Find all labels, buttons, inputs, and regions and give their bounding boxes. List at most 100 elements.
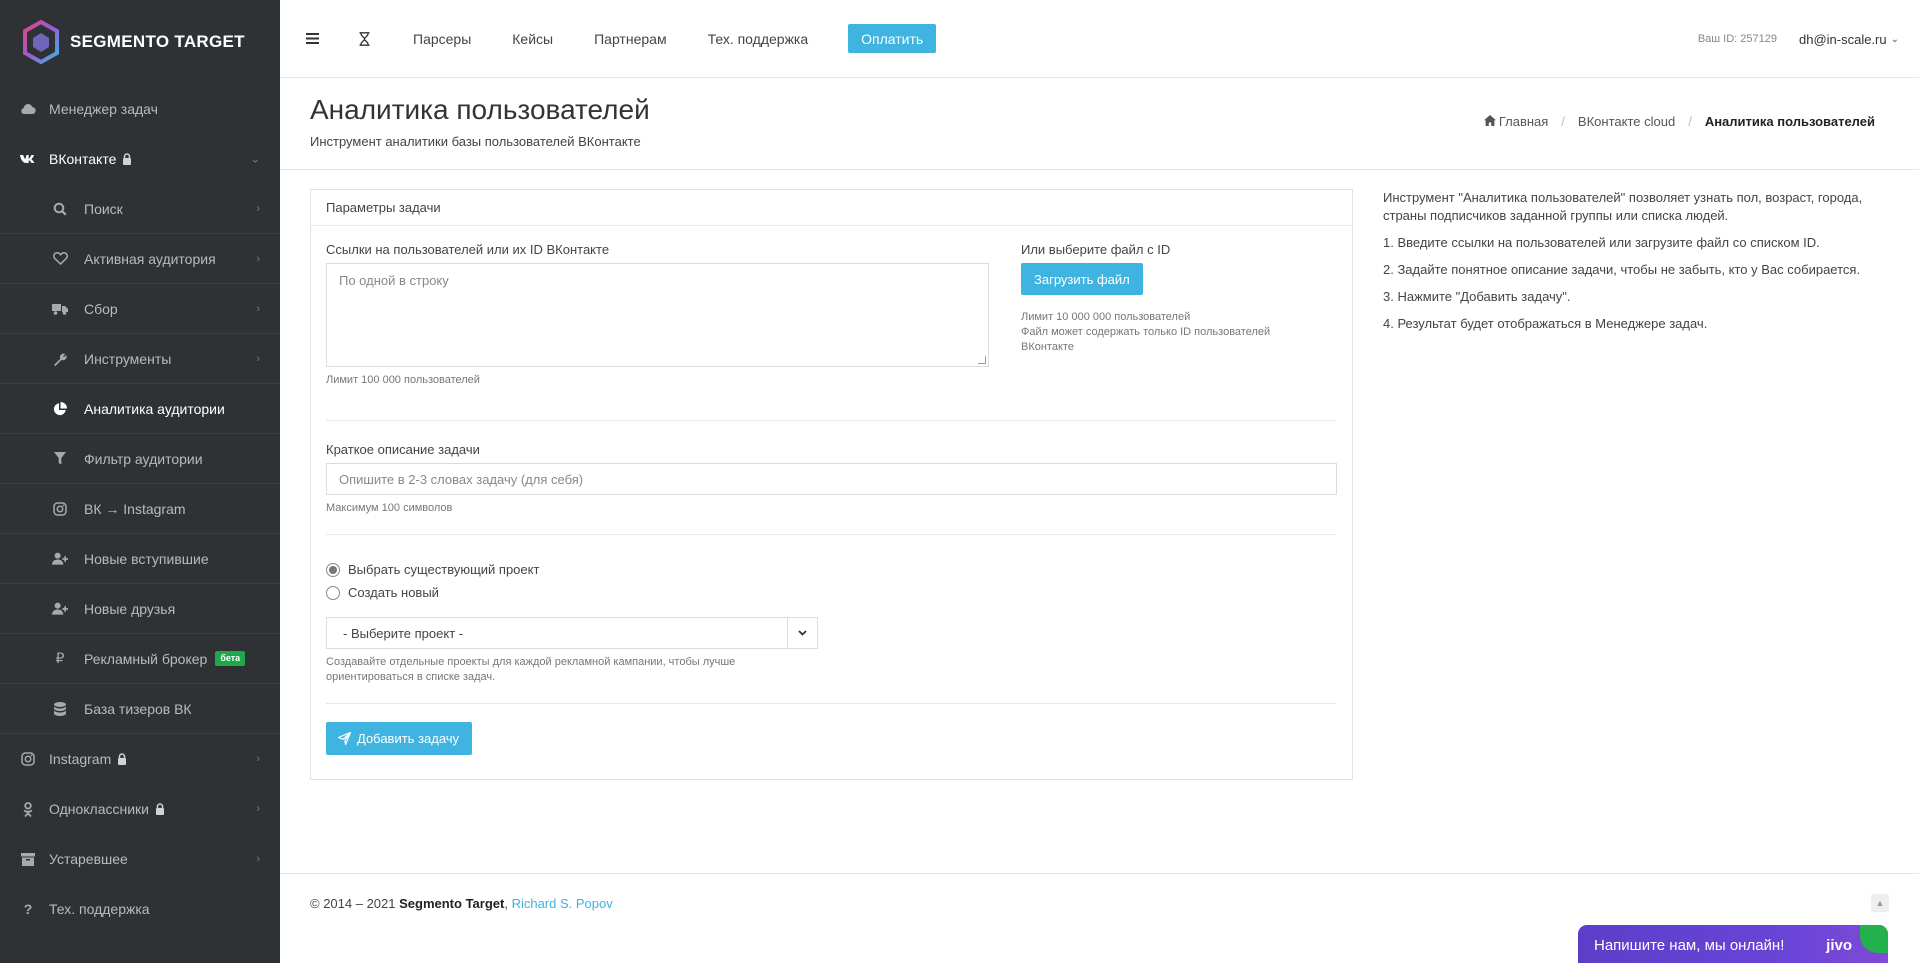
wrench-icon	[52, 351, 68, 367]
radio-existing-project[interactable]: Выбрать существующий проект	[326, 562, 539, 577]
beta-badge: бета	[215, 651, 246, 666]
upload-file-button[interactable]: Загрузить файл	[1021, 263, 1143, 295]
vk-icon	[20, 151, 36, 167]
add-task-button[interactable]: Добавить задачу	[326, 722, 473, 755]
author-link[interactable]: Richard S. Popov	[512, 896, 613, 911]
sidebar-item-label: Одноклассники	[49, 801, 150, 817]
sidebar-item-vkontakte[interactable]: ВКонтакте ⌄	[0, 134, 280, 184]
sidebar-item-label: Активная аудитория	[84, 250, 216, 267]
sidebar: SEGMENTO TARGET Менеджер задач ВКонтакте…	[0, 0, 280, 963]
logo-hexagon-icon	[23, 20, 59, 64]
sidebar-item-search[interactable]: Поиск ›	[0, 184, 280, 234]
resize-grip-icon[interactable]	[978, 356, 986, 364]
sidebar-item-odnoklassniki[interactable]: Одноклассники ›	[0, 784, 280, 834]
sidebar-item-label: Инструменты	[84, 350, 172, 367]
info-text: Инструмент "Аналитика пользователей" поз…	[1383, 190, 1863, 223]
user-menu[interactable]: dh@in-scale.ru ⌄	[1799, 32, 1899, 47]
topbar: Парсеры Кейсы Партнерам Тех. поддержка О…	[280, 0, 1919, 78]
ruble-icon: ₽	[55, 650, 65, 666]
chevron-right-icon: ›	[256, 753, 260, 765]
cloud-icon	[20, 101, 36, 117]
user-plus-icon	[52, 551, 68, 567]
chevron-down-icon[interactable]	[787, 618, 817, 648]
chevron-right-icon: ›	[256, 853, 260, 865]
caret-down-icon: ⌄	[1890, 33, 1899, 45]
jivo-logo: jivo	[1826, 936, 1852, 954]
nav-link-partners[interactable]: Партнерам	[594, 31, 666, 47]
breadcrumb-separator: /	[1688, 114, 1692, 129]
breadcrumb-home[interactable]: Главная	[1499, 114, 1548, 129]
info-step: 1. Введите ссылки на пользователей или з…	[1383, 235, 1820, 250]
radio-new-project[interactable]: Создать новый	[326, 585, 439, 600]
description-input[interactable]: Опишите в 2-3 словах задачу (для себя)	[326, 463, 1337, 495]
sidebar-item-ad-broker[interactable]: ₽ Рекламный брокер бета	[0, 634, 280, 684]
copyright: © 2014 – 2021 Segmento Target, Richard S…	[310, 896, 613, 911]
pay-button[interactable]: Оплатить	[848, 24, 937, 53]
instructions: Инструмент "Аналитика пользователей" поз…	[1383, 189, 1883, 342]
info-step: 3. Нажмите "Добавить задачу".	[1383, 289, 1571, 304]
instagram-icon	[52, 501, 68, 517]
home-icon	[1483, 114, 1496, 129]
sidebar-item-teaser-base[interactable]: База тизеров ВК	[0, 684, 280, 734]
file-limit: Лимит 10 000 000 пользователей	[1021, 311, 1191, 323]
hourglass-icon[interactable]	[356, 31, 372, 47]
filter-icon	[52, 451, 68, 467]
sidebar-item-label: Устаревшее	[49, 851, 128, 867]
sidebar-item-label: Новые друзья	[84, 600, 176, 617]
hamburger-menu-icon[interactable]	[304, 31, 320, 47]
nav-link-support[interactable]: Тех. поддержка	[708, 31, 809, 47]
page-subtitle: Инструмент аналитики базы пользователей …	[310, 134, 641, 149]
chat-widget[interactable]: Напишите нам, мы онлайн! jivo	[1578, 925, 1888, 963]
question-icon: ?	[23, 901, 33, 917]
sidebar-item-label: Тех. поддержка	[49, 901, 150, 917]
breadcrumb-current: Аналитика пользователей	[1704, 114, 1875, 129]
page-title: Аналитика пользователей	[310, 94, 650, 125]
sidebar-item-tools[interactable]: Инструменты ›	[0, 334, 280, 384]
breadcrumb-vk-cloud[interactable]: ВКонтакте cloud	[1578, 114, 1675, 129]
pie-chart-icon	[52, 401, 68, 417]
chevron-right-icon: ›	[256, 803, 260, 815]
instagram-icon	[20, 751, 36, 767]
nav-link-cases[interactable]: Кейсы	[512, 31, 553, 47]
nav-link-parsers[interactable]: Парсеры	[413, 31, 471, 47]
project-select[interactable]: - Выберите проект -	[326, 617, 818, 649]
user-links-textarea[interactable]: По одной в строку	[326, 263, 989, 367]
sidebar-item-new-members[interactable]: Новые вступившие	[0, 534, 280, 584]
chevron-right-icon: ›	[256, 302, 260, 315]
scroll-to-top-icon[interactable]: ▲	[1871, 894, 1889, 912]
sidebar-item-label: ВКонтакте	[49, 151, 117, 167]
radio-button[interactable]	[326, 585, 340, 600]
page-header: Аналитика пользователей Инструмент анали…	[280, 78, 1919, 170]
sidebar-nav: Менеджер задач ВКонтакте ⌄ Поиск › Актив…	[0, 84, 280, 934]
sidebar-item-deprecated[interactable]: Устаревшее ›	[0, 834, 280, 884]
file-note: Файл может содержать только ID пользоват…	[1021, 326, 1271, 353]
sidebar-item-vk-instagram[interactable]: ВК → Instagram	[0, 484, 280, 534]
database-icon	[52, 701, 68, 717]
breadcrumb-separator: /	[1561, 114, 1565, 129]
description-limit: Максимум 100 символов	[326, 502, 453, 514]
sidebar-item-active-audience[interactable]: Активная аудитория ›	[0, 234, 280, 284]
sidebar-item-instagram[interactable]: Instagram ›	[0, 734, 280, 784]
sidebar-item-task-manager[interactable]: Менеджер задач	[0, 84, 280, 134]
links-limit: Лимит 100 000 пользователей	[326, 374, 480, 386]
file-label: Или выберите файл с ID	[1021, 242, 1171, 257]
send-icon	[338, 732, 351, 745]
user-plus-icon	[52, 601, 68, 617]
lock-icon	[122, 153, 132, 165]
breadcrumb: Главная / ВКонтакте cloud / Аналитика по…	[1483, 114, 1875, 129]
project-hint: Создавайте отдельные проекты для каждой …	[326, 656, 736, 683]
user-email: dh@in-scale.ru	[1798, 31, 1887, 47]
copyright-years: © 2014 – 2021	[310, 896, 396, 911]
odnoklassniki-icon	[20, 801, 36, 817]
brand-logo[interactable]: SEGMENTO TARGET	[0, 0, 280, 84]
info-step: 2. Задайте понятное описание задачи, что…	[1383, 262, 1861, 277]
sidebar-item-support[interactable]: ? Тех. поддержка	[0, 884, 280, 934]
sidebar-item-collect[interactable]: Сбор ›	[0, 284, 280, 334]
sidebar-item-new-friends[interactable]: Новые друзья	[0, 584, 280, 634]
sidebar-item-audience-analytics[interactable]: Аналитика аудитории	[0, 384, 280, 434]
sidebar-item-label: Новые вступившие	[84, 550, 209, 567]
copyright-brand: Segmento Target	[399, 896, 505, 911]
radio-button-checked[interactable]	[326, 562, 340, 577]
sidebar-item-label: Менеджер задач	[49, 101, 158, 117]
sidebar-item-audience-filter[interactable]: Фильтр аудитории	[0, 434, 280, 484]
